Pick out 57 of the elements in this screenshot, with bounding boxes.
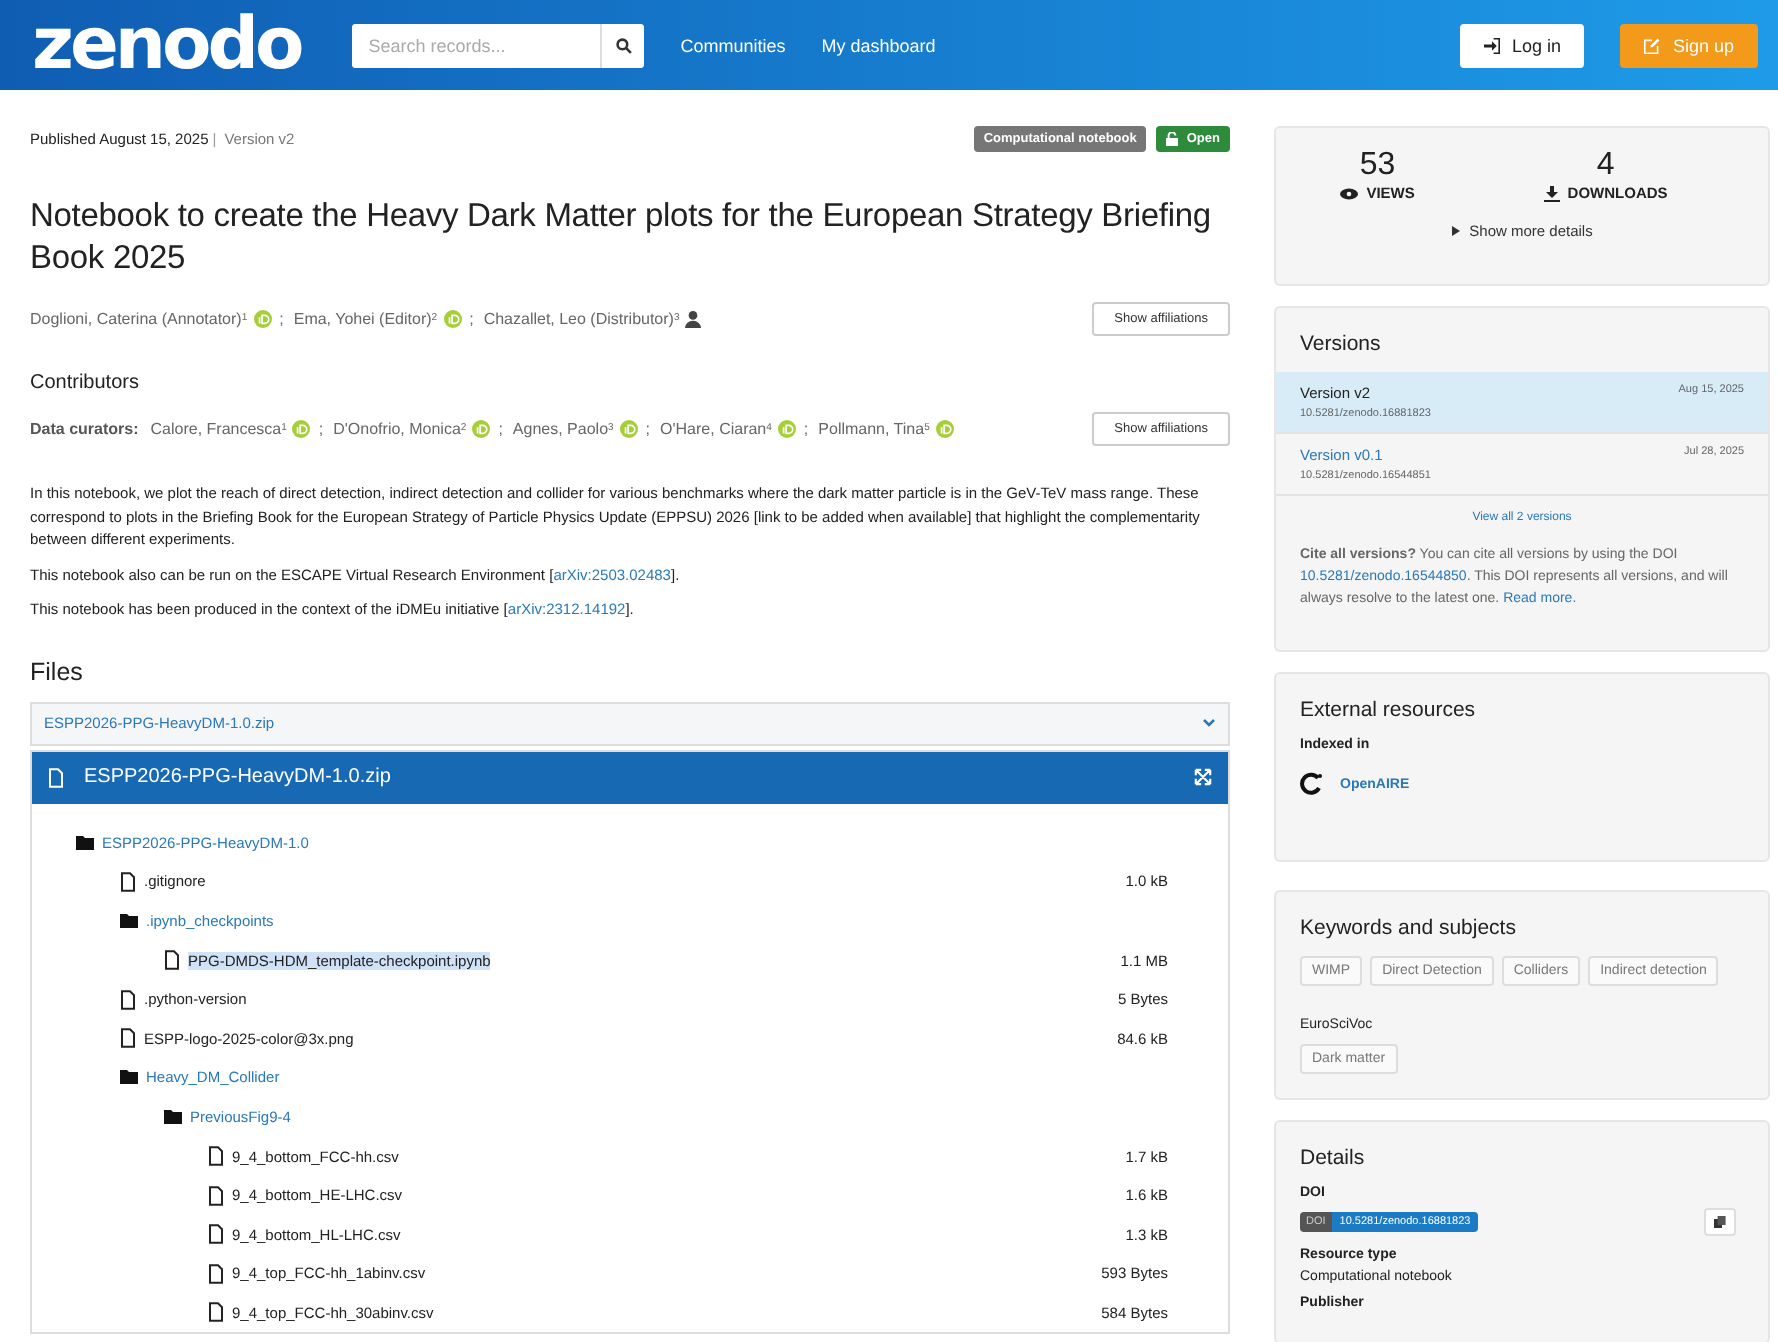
folder-icon xyxy=(120,913,138,928)
card-heading: Versions xyxy=(1298,330,1383,360)
file-icon xyxy=(48,767,64,787)
file-icon xyxy=(208,1224,224,1245)
chevron-down-icon xyxy=(1202,718,1216,728)
orcid-icon[interactable] xyxy=(292,419,311,437)
file-icon xyxy=(208,1263,224,1284)
separator: ; xyxy=(318,419,324,437)
orcid-icon[interactable] xyxy=(253,309,272,327)
nav-link[interactable]: My dashboard xyxy=(821,35,936,55)
file-icon xyxy=(120,989,136,1010)
search-field[interactable]: Search records... xyxy=(352,23,645,67)
file-icon xyxy=(120,1028,136,1049)
section-heading: Contributors xyxy=(30,372,141,394)
orcid-icon[interactable] xyxy=(443,309,462,327)
separator: ; xyxy=(803,419,809,437)
eye-icon xyxy=(1340,187,1359,199)
folder-icon xyxy=(164,1109,182,1124)
orcid-icon[interactable] xyxy=(619,419,638,437)
login-button[interactable]: Log in xyxy=(1459,23,1585,67)
expand-icon[interactable] xyxy=(1194,768,1212,786)
search-icon xyxy=(615,37,632,53)
separator: ; xyxy=(498,419,503,437)
orcid-icon[interactable] xyxy=(777,419,796,437)
file-icon xyxy=(208,1146,224,1167)
folder-icon xyxy=(76,835,94,850)
edit-icon xyxy=(1644,37,1661,53)
file-icon xyxy=(208,1185,224,1206)
logo[interactable]: zenodo xyxy=(32,4,301,86)
copy-icon xyxy=(1714,1216,1726,1228)
separator: ; xyxy=(469,309,474,327)
download-icon xyxy=(1543,185,1560,201)
ring-logo-icon xyxy=(1300,772,1324,796)
orcid-icon[interactable] xyxy=(935,419,954,437)
search-button[interactable] xyxy=(600,23,645,67)
folder-icon xyxy=(120,1070,138,1085)
card-heading: Details xyxy=(1298,1144,1367,1174)
separator: ; xyxy=(279,309,284,327)
person-icon xyxy=(683,309,702,327)
preview-title: ESPP2026-PPG-HeavyDM-1.0.zip xyxy=(84,766,393,788)
caret-right-icon xyxy=(1451,226,1460,236)
file-icon xyxy=(208,1302,224,1323)
downloads-count: 4 xyxy=(1596,148,1615,184)
file-icon xyxy=(120,871,136,892)
separator: ; xyxy=(645,419,651,437)
card-heading: External resources xyxy=(1298,696,1478,726)
login-icon xyxy=(1483,37,1500,53)
views-count: 53 xyxy=(1359,148,1396,184)
files-heading: Files xyxy=(30,657,85,685)
file-icon xyxy=(164,950,180,971)
unlock-icon xyxy=(1166,132,1179,146)
orcid-icon[interactable] xyxy=(472,419,491,437)
nav-link[interactable]: Communities xyxy=(680,35,786,55)
copy-button[interactable] xyxy=(1704,1208,1736,1236)
role-label: Data curators: xyxy=(30,419,139,437)
card-heading: Keywords and subjects xyxy=(1298,914,1518,944)
record-title: Notebook to create the Heavy Dark Matter plots for the European Strategy Briefing Book 2025 xyxy=(30,196,1213,280)
